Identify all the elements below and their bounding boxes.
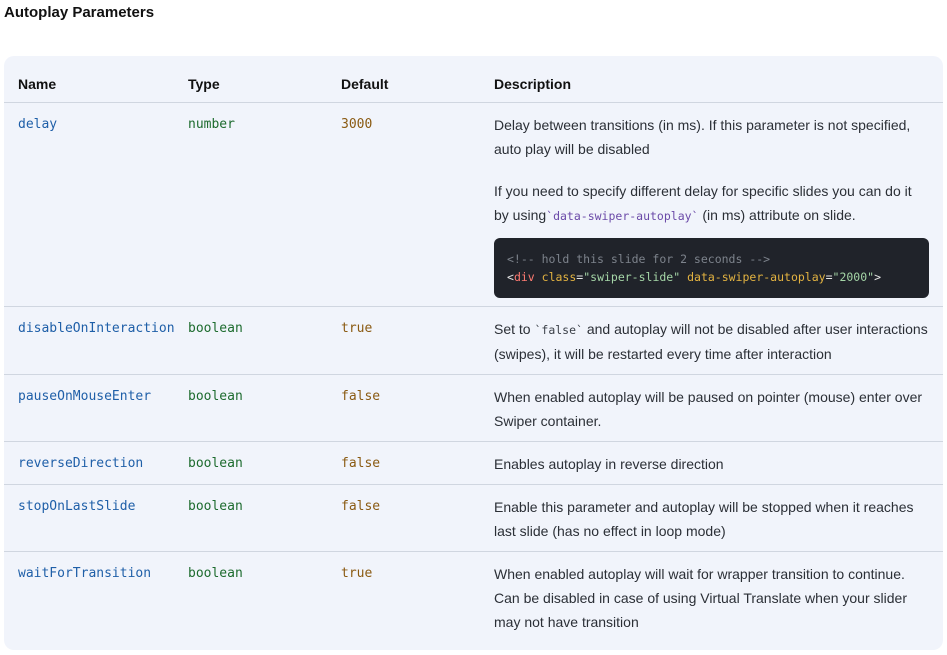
description-text: Enables autoplay in reverse direction [494,456,724,472]
inline-code: `data-swiper-autoplay` [546,209,699,223]
header-description: Description [480,56,943,103]
description-text: If you need to specify different delay f… [494,179,929,228]
param-default: false [327,484,480,552]
code-punctuation: > [874,270,881,284]
param-default: false [327,441,480,485]
inline-code: `false` [534,323,583,337]
section-title: Autoplay Parameters [4,4,155,21]
description-text-post: (in ms) attribute on slide. [698,207,856,223]
param-default: 3000 [327,102,480,307]
param-description: When enabled autoplay will wait for wrap… [480,552,943,643]
parameters-table: Name Type Default Description delay numb… [4,56,943,642]
description-text: Delay between transitions (in ms). If th… [494,117,911,157]
param-description: Delay between transitions (in ms). If th… [480,102,943,307]
header-default: Default [327,56,480,103]
param-name: stopOnLastSlide [4,484,174,552]
param-name: reverseDirection [4,441,174,485]
description-text: Set to `false` and autoplay will not be … [494,317,929,366]
code-punctuation: < [507,270,514,284]
code-string: "2000" [832,270,875,284]
param-name: waitForTransition [18,566,152,581]
code-comment: <!-- hold this slide for 2 seconds --> [507,252,771,266]
table-row: disableOnInteraction boolean true Set to… [4,306,943,375]
param-description: Set to `false` and autoplay will not be … [480,306,943,375]
table-row: pauseOnMouseEnter boolean false When ena… [4,374,943,442]
code-attribute: data-swiper-autoplay [687,270,826,284]
table-row: waitForTransition boolean true When enab… [4,552,943,643]
param-name: delay [4,102,174,307]
param-default: true [341,566,373,581]
table-row: stopOnLastSlide boolean false Enable thi… [4,484,943,552]
code-block: <!-- hold this slide for 2 seconds --> <… [494,238,929,298]
header-name: Name [4,56,174,103]
description-text: Enable this parameter and autoplay will … [494,499,914,539]
param-description: Enables autoplay in reverse direction [480,441,943,485]
header-type: Type [174,56,327,103]
param-default: true [327,306,480,375]
param-description: When enabled autoplay will be paused on … [480,374,943,442]
param-type: boolean [174,441,327,485]
param-description: Enable this parameter and autoplay will … [480,484,943,552]
code-punctuation: = [825,270,833,284]
param-type: boolean [188,566,243,581]
code-string: "swiper-slide" [583,270,681,284]
param-type: boolean [174,306,327,375]
table-row: reverseDirection boolean false Enables a… [4,441,943,485]
param-name: disableOnInteraction [4,306,175,375]
param-name: pauseOnMouseEnter [4,374,174,442]
param-default: false [327,374,480,442]
param-type: boolean [174,484,327,552]
code-tag: div [513,270,535,284]
code-attribute: class [541,270,577,284]
table-header-row: Name Type Default Description [4,56,943,103]
description-text: When enabled autoplay will be paused on … [494,389,923,429]
table-row: delay number 3000 Delay between transiti… [4,102,943,307]
parameters-table-card: Name Type Default Description delay numb… [4,56,943,650]
param-type: number [174,102,327,307]
description-text: When enabled autoplay will wait for wrap… [494,566,907,630]
param-type: boolean [174,374,327,442]
description-text-pre: Set to [494,321,535,337]
